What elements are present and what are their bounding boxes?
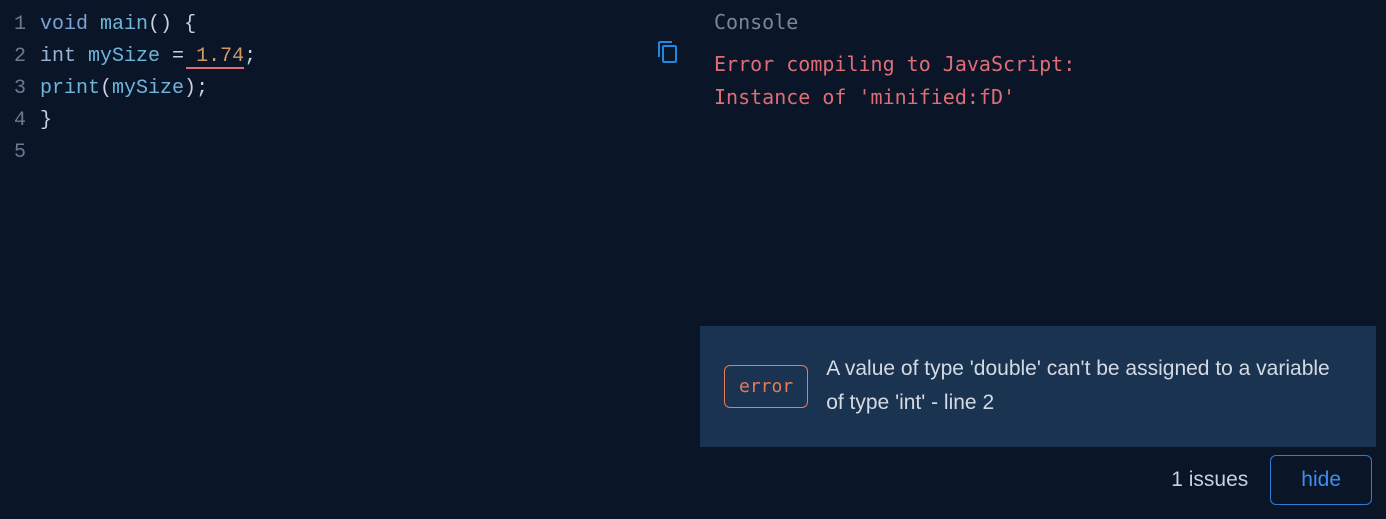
console-error-line: Instance of 'minified:fD' [714, 81, 1386, 114]
code-token: () [148, 13, 172, 36]
line-content: int mySize = 1.74; [40, 45, 700, 68]
error-badge: error [724, 365, 808, 408]
code-token: void [40, 13, 88, 36]
code-token: print [40, 77, 100, 100]
error-underline [186, 67, 244, 69]
issues-panel: error A value of type 'double' can't be … [700, 326, 1376, 447]
code-token: ; [196, 77, 208, 100]
code-token: main [100, 13, 148, 36]
line-number: 4 [0, 109, 40, 132]
error-message: A value of type 'double' can't be assign… [826, 352, 1352, 421]
code-line[interactable]: 4} [0, 104, 700, 136]
code-token [88, 13, 100, 36]
issues-bar: 1 issues hide [1171, 455, 1372, 505]
code-editor-pane[interactable]: 1void main() {2int mySize = 1.74;3print(… [0, 0, 700, 519]
line-number: 5 [0, 141, 40, 164]
code-token: int [40, 45, 76, 68]
code-line[interactable]: 2int mySize = 1.74; [0, 40, 700, 72]
copy-icon[interactable] [654, 38, 682, 66]
console-pane: Console Error compiling to JavaScript: I… [700, 0, 1386, 519]
code-token: 1.74 [196, 45, 244, 68]
line-number: 2 [0, 45, 40, 68]
code-token: mySize [112, 77, 184, 100]
code-token: } [40, 109, 52, 132]
issues-count: 1 issues [1171, 468, 1248, 492]
line-number: 1 [0, 13, 40, 36]
code-token: ( [100, 77, 112, 100]
code-token: = [160, 45, 196, 68]
code-token: ; [244, 45, 256, 68]
code-token: ) [184, 77, 196, 100]
code-line[interactable]: 5 [0, 136, 700, 168]
code-token: { [172, 13, 196, 36]
code-line[interactable]: 1void main() { [0, 8, 700, 40]
code-line[interactable]: 3print(mySize); [0, 72, 700, 104]
code-content: 1void main() {2int mySize = 1.74;3print(… [0, 8, 700, 168]
line-content: print(mySize); [40, 77, 700, 100]
console-error-output: Error compiling to JavaScript: Instance … [714, 48, 1386, 114]
console-error-line: Error compiling to JavaScript: [714, 48, 1386, 81]
code-token [76, 45, 88, 68]
code-token: mySize [88, 45, 160, 68]
line-number: 3 [0, 77, 40, 100]
line-content: void main() { [40, 13, 700, 36]
line-content: } [40, 109, 700, 132]
console-title: Console [714, 10, 1386, 34]
hide-button[interactable]: hide [1270, 455, 1372, 505]
